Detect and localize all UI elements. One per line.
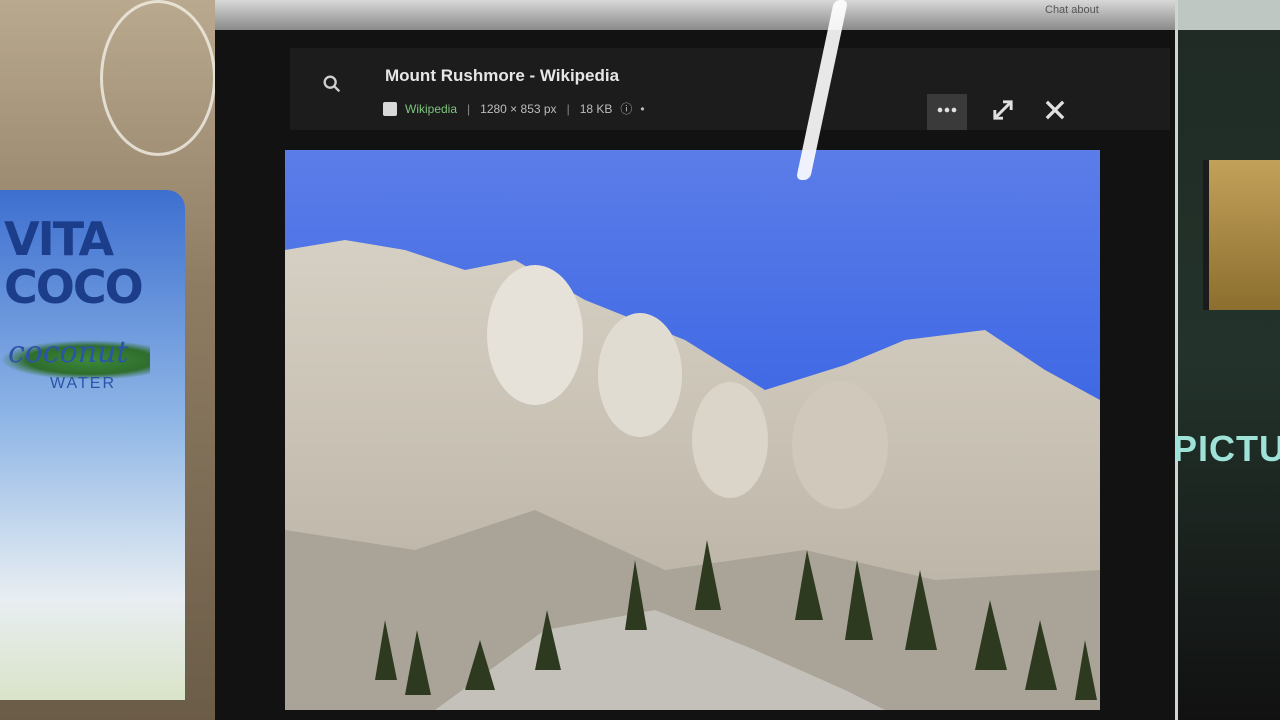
image-meta-row: Wikipedia | 1280 × 853 px | 18 KB ⓘ •	[383, 100, 645, 117]
search-button[interactable]	[310, 65, 354, 109]
expand-icon	[989, 96, 1017, 129]
expand-button[interactable]	[983, 92, 1023, 132]
adjacent-top-strip	[1178, 0, 1280, 30]
mount-rushmore-image	[285, 150, 1100, 710]
adjacent-page-label: PICTUR	[1173, 428, 1280, 469]
close-button[interactable]	[1035, 92, 1075, 132]
desk-surface: VITA COCO coconut WATER	[0, 0, 240, 720]
source-favicon	[383, 101, 397, 116]
cable	[100, 0, 216, 156]
adjacent-page-panel: PICTUR	[1173, 0, 1280, 720]
more-options-button[interactable]	[927, 94, 967, 130]
carton-brand: VITA COCO	[4, 212, 144, 314]
image-dimensions: 1280 × 853 px	[480, 101, 557, 116]
photo-scene: VITA COCO coconut WATER Chat about Mount…	[0, 0, 1280, 720]
image-title-link[interactable]: Mount Rushmore - Wikipedia	[385, 66, 619, 86]
info-icon[interactable]: ⓘ	[620, 100, 632, 117]
carton-water-label: WATER	[50, 375, 116, 392]
meta-separator: |	[566, 101, 570, 116]
meta-separator: |	[467, 101, 471, 116]
browser-top-strip: Chat about	[215, 0, 1175, 30]
monitor-screen: Chat about Mount Rushmore - Wikipedia Wi…	[215, 0, 1175, 720]
image-size: 18 KB	[579, 101, 613, 116]
source-link[interactable]: Wikipedia	[405, 102, 457, 116]
search-icon	[321, 73, 343, 101]
close-icon	[1041, 96, 1069, 129]
bullet-icon: •	[640, 101, 645, 116]
image-preview[interactable]	[285, 150, 1100, 710]
carton-subtitle: coconut	[8, 335, 129, 370]
more-icon	[933, 96, 961, 129]
adjacent-thumbnail[interactable]	[1203, 160, 1280, 310]
top-strip-text[interactable]: Chat about	[1045, 4, 1099, 16]
